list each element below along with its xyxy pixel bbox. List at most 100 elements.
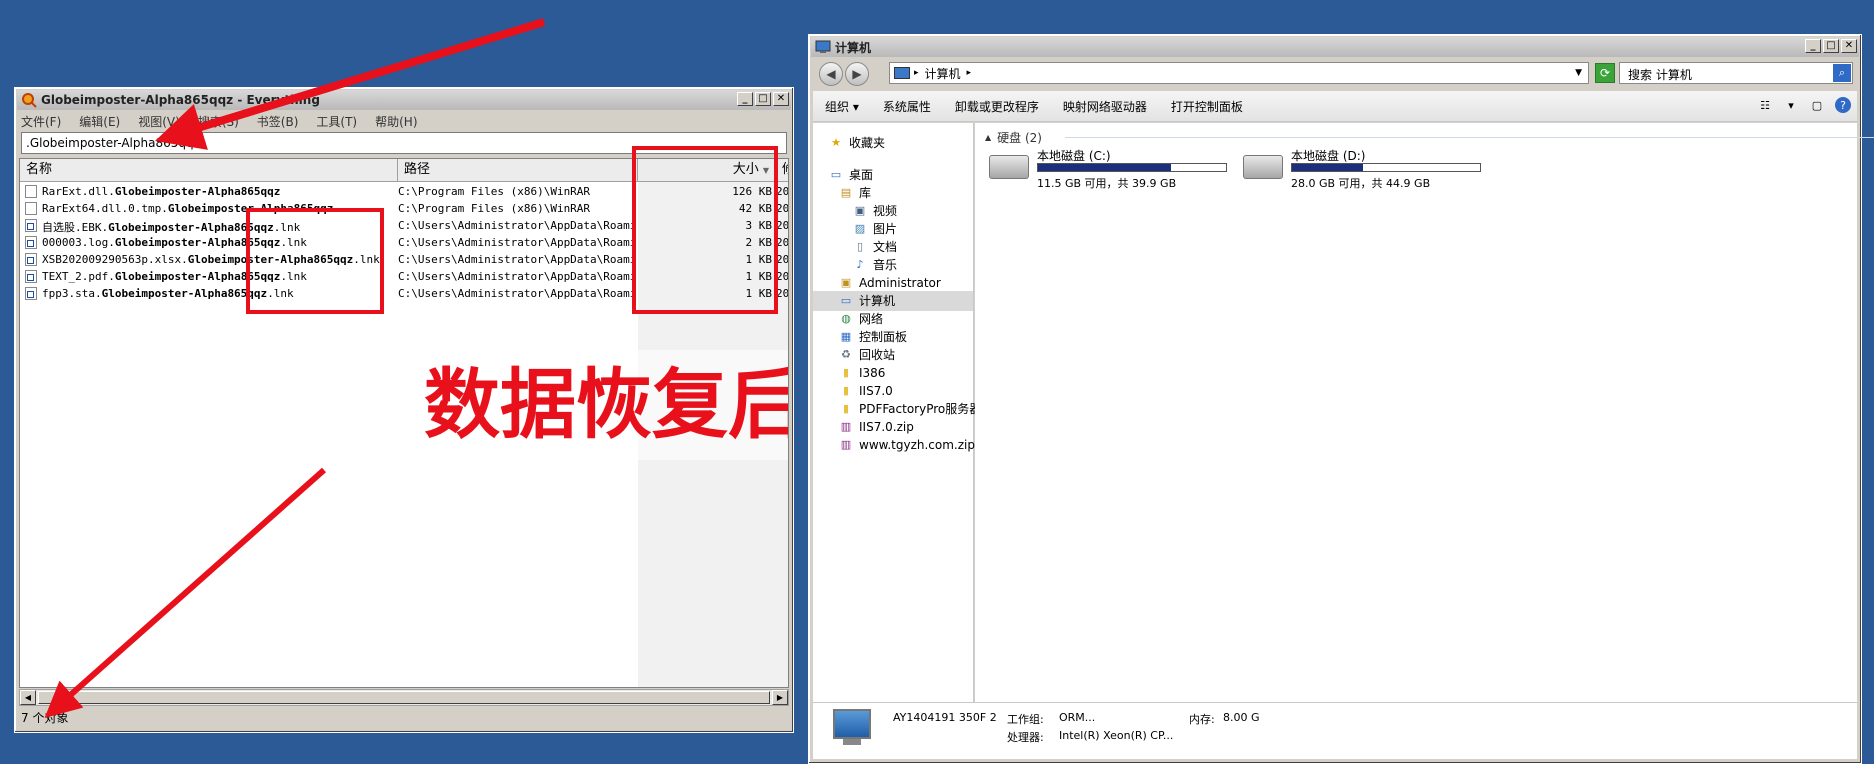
nav-item[interactable]: ▥ www.tgyzh.com.zip xyxy=(813,435,975,455)
file-date: 202 xyxy=(776,236,789,249)
nav-item[interactable]: ▣ 视频 xyxy=(813,201,973,221)
nav-item[interactable]: ▮ I386 xyxy=(813,363,973,383)
nav-item-label: 图片 xyxy=(873,222,898,236)
column-name[interactable]: 名称 xyxy=(20,159,398,181)
file-name-extension: Globeimposter-Alpha865qqz xyxy=(114,185,281,198)
dropdown-arrow-icon[interactable]: ▾ xyxy=(1783,97,1799,113)
nav-item[interactable]: ★ 收藏夹 xyxy=(813,133,973,153)
library-icon: ▤ xyxy=(840,186,852,199)
preview-pane-icon[interactable]: ▢ xyxy=(1809,97,1825,113)
column-path[interactable]: 路径 xyxy=(398,159,638,181)
column-header: 名称 路径 大小 ▼ 修 xyxy=(20,159,788,182)
organize-button[interactable]: 组织 ▾ xyxy=(813,98,871,115)
nav-item-label: 网络 xyxy=(859,312,884,326)
hard-disk-icon xyxy=(1243,155,1283,179)
dropdown-arrow-icon[interactable]: ▼ xyxy=(1575,68,1582,78)
sort-down-icon: ▼ xyxy=(762,166,769,175)
nav-item[interactable]: ◍ 网络 xyxy=(813,309,973,329)
everything-titlebar[interactable]: Globeimposter-Alpha865qqz - Everything _… xyxy=(17,90,791,110)
table-row[interactable]: RarExt.dll.Globeimposter-Alpha865qqz C:\P… xyxy=(20,183,788,200)
table-row[interactable]: fpp3.sta.Globeimposter-Alpha865qqz.lnk C:… xyxy=(20,285,788,302)
minimize-button[interactable]: _ xyxy=(737,92,753,106)
computer-large-icon xyxy=(833,709,871,739)
table-row[interactable]: TEXT_2.pdf.Globeimposter-Alpha865qqz.lnk… xyxy=(20,268,788,285)
menu-search[interactable]: 搜索(S) xyxy=(198,113,239,130)
nav-item[interactable]: ♪ 音乐 xyxy=(813,255,973,275)
nav-item[interactable]: ▮ IIS7.0 xyxy=(813,381,973,401)
minimize-button[interactable]: _ xyxy=(1805,39,1821,53)
nav-item-label: 计算机 xyxy=(859,294,896,308)
table-row[interactable]: RarExt64.dll.0.tmp.Globeimposter-Alpha86… xyxy=(20,200,788,217)
file-path: C:\Program Files (x86)\WinRAR xyxy=(398,185,591,198)
annotation-text: 数据恢复后 xyxy=(424,350,788,460)
chevron-right-icon[interactable]: ▸ xyxy=(914,68,919,78)
nav-item[interactable]: ▥ IIS7.0.zip xyxy=(813,417,973,437)
table-row[interactable]: 000003.log.Globeimposter-Alpha865qqz.lnk… xyxy=(20,234,788,251)
file-date: 202 xyxy=(776,253,789,266)
table-row[interactable]: XSB202009290563p.xlsx.Globeimposter-Alph… xyxy=(20,251,788,268)
address-bar[interactable]: ▸ 计算机 ▸ ▼ xyxy=(889,62,1589,84)
scroll-left-icon[interactable]: ◀ xyxy=(20,690,36,705)
nav-item[interactable]: ▮ PDFFactoryPro服务器 xyxy=(813,399,981,419)
computer-search-input[interactable]: 搜索 计算机 ⌕ xyxy=(1619,62,1853,84)
nav-item[interactable]: ♻ 回收站 xyxy=(813,345,973,365)
nav-item[interactable]: ▦ 控制面板 xyxy=(813,327,973,347)
nav-item[interactable]: ▭ 桌面 xyxy=(813,165,973,185)
file-path: C:\Users\Administrator\AppData\Roami... xyxy=(398,287,634,300)
maximize-button[interactable]: □ xyxy=(755,92,771,106)
cpu-value: Intel(R) Xeon(R) CP... xyxy=(1059,729,1174,742)
refresh-icon[interactable]: ⟳ xyxy=(1595,63,1615,83)
menu-view[interactable]: 视图(V) xyxy=(138,113,180,130)
menu-tools[interactable]: 工具(T) xyxy=(316,113,357,130)
horizontal-scrollbar[interactable]: ◀ ▶ xyxy=(19,689,789,706)
file-path: C:\Users\Administrator\AppData\Roami... xyxy=(398,236,634,249)
chevron-right-icon[interactable]: ▸ xyxy=(967,68,972,78)
search-icon[interactable]: ⌕ xyxy=(1833,64,1851,82)
network-icon: ◍ xyxy=(841,312,851,325)
system-properties-button[interactable]: 系统属性 xyxy=(871,98,943,115)
search-placeholder: 搜索 计算机 xyxy=(1628,68,1692,82)
close-button[interactable]: ✕ xyxy=(773,92,789,106)
menu-help[interactable]: 帮助(H) xyxy=(375,113,417,130)
file-name-prefix: RarExt64.dll.0.tmp. xyxy=(42,202,168,215)
drive-name: 本地磁盘 (C:) xyxy=(1037,149,1111,163)
nav-item-label: IIS7.0 xyxy=(859,384,893,398)
file-name-extension: Globeimposter-Alpha865qqz xyxy=(114,270,281,283)
column-size[interactable]: 大小 ▼ xyxy=(638,159,776,181)
help-icon[interactable]: ? xyxy=(1835,97,1851,113)
navigation-bar: ◀ ▶ ▸ 计算机 ▸ ▼ ⟳ 搜索 计算机 ⌕ xyxy=(813,59,1857,89)
shortcut-icon xyxy=(25,253,37,266)
nav-item[interactable]: ▤ 库 xyxy=(813,183,973,203)
menu-file[interactable]: 文件(F) xyxy=(21,113,61,130)
shortcut-icon xyxy=(25,270,37,283)
close-button[interactable]: ✕ xyxy=(1841,39,1857,53)
forward-arrow-icon[interactable]: ▶ xyxy=(845,62,869,86)
nav-item[interactable]: ▨ 图片 xyxy=(813,219,973,239)
computer-titlebar[interactable]: 计算机 _ □ ✕ xyxy=(811,37,1859,57)
map-network-drive-button[interactable]: 映射网络驱动器 xyxy=(1051,98,1159,115)
column-date[interactable]: 修 xyxy=(776,159,788,181)
file-name-extension: Globeimposter-Alpha865qqz xyxy=(108,221,274,234)
content-pane: ▲ 硬盘 (2) 本地磁盘 (C:) 11.5 GB 可用，共 39.9 GB … xyxy=(975,123,1874,759)
cpu-label: 处理器: xyxy=(1007,731,1044,744)
collapse-arrow-icon[interactable]: ▲ xyxy=(985,133,991,142)
archive-icon: ▥ xyxy=(840,420,852,433)
star-icon: ★ xyxy=(831,136,841,149)
everything-search-input[interactable]: .Globeimposter-Alpha865qqz xyxy=(21,132,787,154)
menu-edit[interactable]: 编辑(E) xyxy=(79,113,120,130)
computer-stand xyxy=(843,739,861,745)
view-options-icon[interactable]: ☷ xyxy=(1757,97,1773,113)
scroll-thumb[interactable] xyxy=(38,691,770,704)
maximize-button[interactable]: □ xyxy=(1823,39,1839,53)
uninstall-program-button[interactable]: 卸载或更改程序 xyxy=(943,98,1051,115)
menu-bookmarks[interactable]: 书签(B) xyxy=(257,113,299,130)
scroll-right-icon[interactable]: ▶ xyxy=(772,690,788,705)
nav-item[interactable]: ▣ Administrator xyxy=(813,273,973,293)
hard-disks-group[interactable]: ▲ 硬盘 (2) xyxy=(985,129,1874,146)
nav-item[interactable]: ▯ 文档 xyxy=(813,237,973,257)
open-control-panel-button[interactable]: 打开控制面板 xyxy=(1159,98,1255,115)
table-row[interactable]: 自选股.EBK.Globeimposter-Alpha865qqz.lnk C:\… xyxy=(20,217,788,234)
file-size: 1 KB xyxy=(745,287,773,300)
back-arrow-icon[interactable]: ◀ xyxy=(819,62,843,86)
nav-item[interactable]: ▭ 计算机 xyxy=(813,291,973,311)
